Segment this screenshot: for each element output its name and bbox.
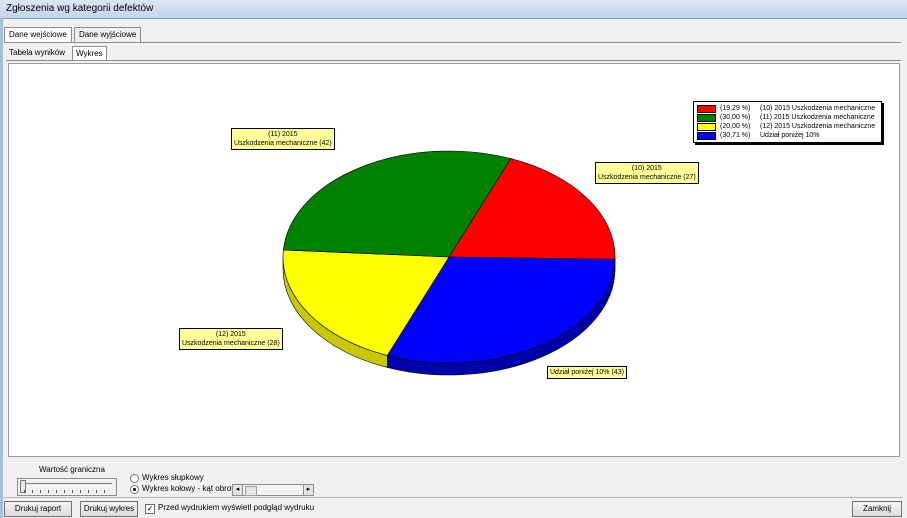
callout-line: (10) 2015 bbox=[631, 165, 662, 172]
print-preview-checkbox[interactable]: ✓ bbox=[145, 504, 155, 514]
footer-divider bbox=[4, 497, 903, 498]
tab-wykres[interactable]: Wykres bbox=[72, 46, 107, 61]
print-report-button[interactable]: Drukuj raport bbox=[4, 501, 72, 517]
window-frame-left bbox=[0, 18, 3, 518]
callout-line: Udział poniżej 10% (43) bbox=[550, 369, 624, 376]
subtab-divider bbox=[6, 60, 901, 61]
radio-pie-label: Wykres kołowy - kąt obrotu: bbox=[142, 484, 241, 493]
legend-label: (12) 2015 Uszkodzenia mechaniczne bbox=[760, 123, 876, 130]
tab-dane-wyjsciowe[interactable]: Dane wyjściowe bbox=[74, 27, 142, 42]
callout-slice-10: (10) 2015 Uszkodzenia mechaniczne (27) bbox=[595, 162, 699, 184]
legend-percent: (20,00 %) bbox=[720, 123, 751, 130]
slider-tick bbox=[56, 490, 57, 493]
threshold-label: Wartość graniczna bbox=[37, 465, 107, 474]
radio-button[interactable] bbox=[130, 474, 139, 483]
legend-swatch bbox=[697, 132, 716, 140]
legend-swatch bbox=[697, 123, 716, 131]
legend-label: Udział poniżej 10% bbox=[760, 132, 820, 139]
slider-thumb[interactable] bbox=[20, 480, 26, 493]
window-title: Zgłoszenia wg kategorii defektów bbox=[6, 3, 154, 14]
slider-tick bbox=[32, 490, 33, 493]
callout-slice-12: (12) 2015 Uszkodzenia mechaniczne (28) bbox=[179, 328, 283, 350]
callout-line: (12) 2015 bbox=[215, 331, 246, 338]
tab-dane-wejsciowe[interactable]: Dane wejściowe bbox=[4, 27, 72, 43]
tab-tabela-wynikow[interactable]: Tabela wyników bbox=[6, 46, 68, 59]
slider-track bbox=[20, 483, 112, 487]
legend-percent: (30,00 %) bbox=[720, 114, 751, 121]
callout-slice-11: (11) 2015 Uszkodzenia mechaniczne (42) bbox=[231, 128, 335, 150]
slider-tick bbox=[48, 490, 49, 493]
chart-legend: (19,29 %) (10) 2015 Uszkodzenia mechanic… bbox=[693, 101, 882, 143]
callout-slice-other: Udział poniżej 10% (43) bbox=[547, 366, 627, 379]
window-titlebar: Zgłoszenia wg kategorii defektów bbox=[0, 0, 907, 19]
rotation-scrollbar[interactable]: ◂ ▸ bbox=[232, 484, 314, 496]
scroll-right-icon[interactable]: ▸ bbox=[303, 485, 313, 495]
threshold-group: Wartość graniczna bbox=[13, 465, 119, 496]
scroll-thumb[interactable] bbox=[245, 486, 257, 496]
print-preview-label: Przed wydrukiem wyświetl podgląd wydruku bbox=[158, 503, 315, 512]
legend-swatch bbox=[697, 105, 716, 113]
slider-tick bbox=[96, 490, 97, 493]
callout-line: Uszkodzenia mechaniczne (27) bbox=[598, 174, 696, 181]
slider-tick bbox=[64, 490, 65, 493]
chart-panel: (19,29 %) (10) 2015 Uszkodzenia mechanic… bbox=[8, 63, 900, 457]
threshold-slider[interactable] bbox=[17, 478, 117, 496]
slider-tick bbox=[40, 490, 41, 493]
legend-label: (10) 2015 Uszkodzenia mechaniczne bbox=[760, 105, 876, 112]
legend-percent: (30,71 %) bbox=[720, 132, 751, 139]
slider-tick bbox=[72, 490, 73, 493]
slider-tick bbox=[104, 490, 105, 493]
slider-tick bbox=[80, 490, 81, 493]
slider-tick bbox=[88, 490, 89, 493]
callout-line: (11) 2015 bbox=[268, 131, 298, 138]
callout-line: Uszkodzenia mechaniczne (42) bbox=[234, 140, 332, 147]
legend-swatch bbox=[697, 114, 716, 122]
close-button[interactable]: Zamknij bbox=[852, 501, 902, 517]
radio-button[interactable] bbox=[130, 485, 139, 494]
legend-label: (11) 2015 Uszkodzenia mechaniczne bbox=[760, 114, 875, 121]
callout-line: Uszkodzenia mechaniczne (28) bbox=[182, 340, 280, 347]
tab-divider bbox=[4, 42, 901, 43]
scroll-left-icon[interactable]: ◂ bbox=[233, 485, 243, 495]
legend-percent: (19,29 %) bbox=[720, 105, 751, 112]
print-chart-button[interactable]: Drukuj wykres bbox=[80, 501, 138, 517]
slider-tick bbox=[24, 490, 25, 493]
